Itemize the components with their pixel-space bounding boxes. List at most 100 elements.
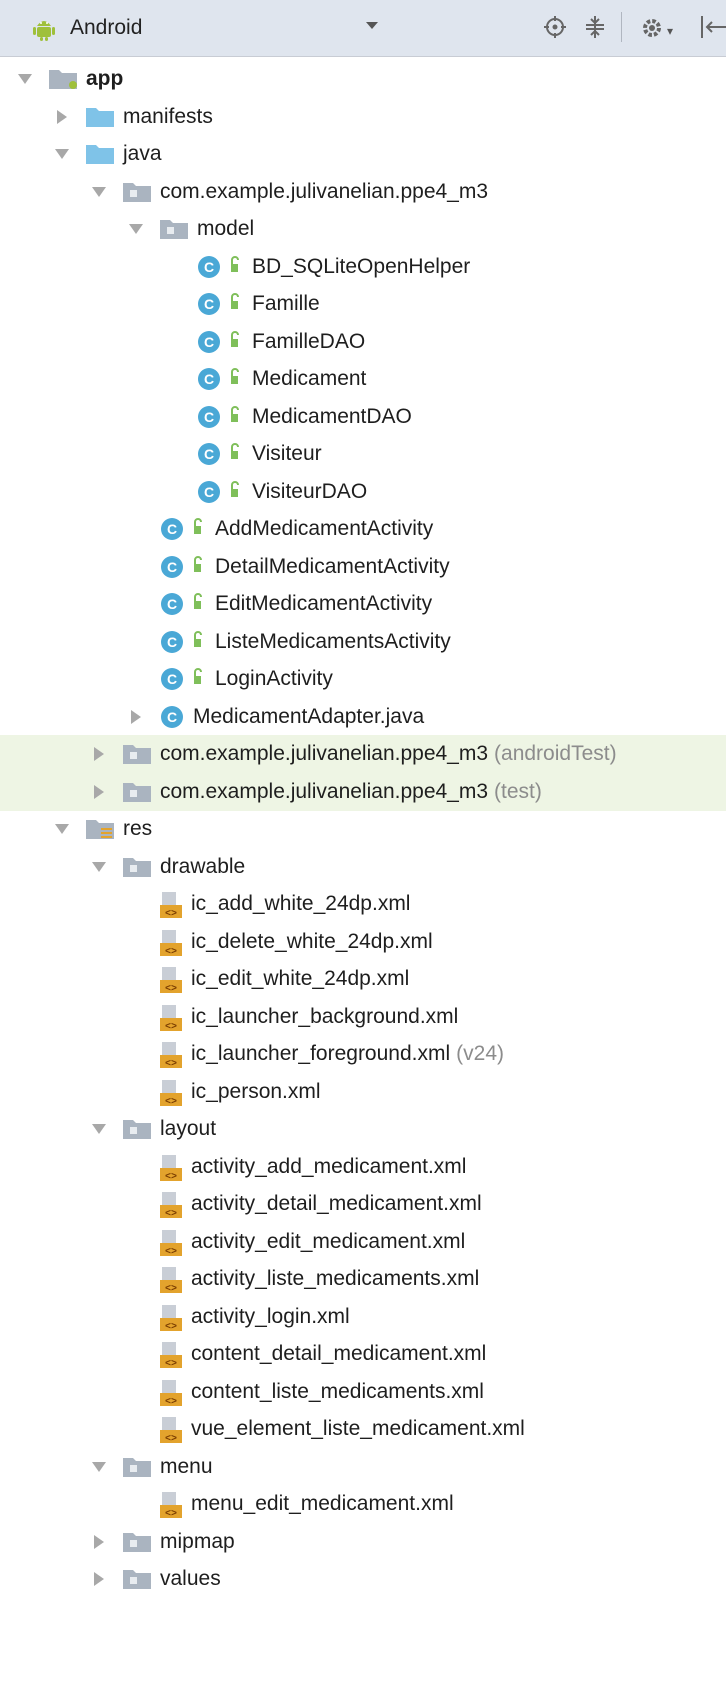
tree-item[interactable]: <> ic_delete_white_24dp.xml [0, 923, 726, 961]
tree-item-suffix: (v24) [456, 1042, 505, 1065]
expand-arrow-icon[interactable] [129, 224, 143, 234]
expand-arrow-icon[interactable] [18, 74, 32, 84]
tree-item[interactable]: app [0, 60, 726, 98]
tree-item-name: com.example.julivanelian.ppe4_m3 [160, 779, 489, 803]
svg-text:<>: <> [165, 1359, 177, 1369]
tree-item[interactable]: <> vue_element_liste_medicament.xml [0, 1410, 726, 1448]
tree-item[interactable]: manifests [0, 98, 726, 136]
expand-arrow-icon[interactable] [92, 861, 106, 872]
tree-item[interactable]: <> activity_login.xml [0, 1298, 726, 1336]
tree-item[interactable]: drawable [0, 848, 726, 886]
tree-item[interactable]: <> content_liste_medicaments.xml [0, 1373, 726, 1411]
expand-arrow-icon[interactable] [92, 1124, 106, 1134]
tree-item[interactable]: C Medicament [0, 360, 726, 398]
svg-text:<>: <> [165, 1509, 177, 1519]
collapse-arrow-icon[interactable] [94, 1534, 104, 1549]
tree-item[interactable]: mipmap [0, 1523, 726, 1561]
dropdown-icon[interactable] [366, 22, 378, 29]
tree-item[interactable]: C MedicamentAdapter.java [0, 698, 726, 736]
tree-item[interactable]: model [0, 210, 726, 248]
tree-item-name: app [86, 67, 124, 90]
tree-item-label: vue_element_liste_medicament.xml [191, 1417, 525, 1441]
svg-text:<>: <> [165, 1022, 177, 1032]
tree-item-name: MedicamentDAO [252, 404, 412, 428]
tree-item[interactable]: C BD_SQLiteOpenHelper [0, 248, 726, 286]
tree-item-label: ic_delete_white_24dp.xml [191, 930, 433, 954]
tree-item[interactable]: <> activity_edit_medicament.xml [0, 1223, 726, 1261]
tree-item[interactable]: C EditMedicamentActivity [0, 585, 726, 623]
collapse-arrow-icon[interactable] [94, 784, 104, 799]
tree-item-label: AddMedicamentActivity [215, 517, 433, 541]
xml-file-icon: <> [159, 1304, 185, 1338]
tree-item[interactable]: <> ic_add_white_24dp.xml [0, 885, 726, 923]
tree-item[interactable]: com.example.julivanelian.ppe4_m3 (android… [0, 735, 726, 773]
package-icon [122, 741, 152, 771]
tree-item-label: menu_edit_medicament.xml [191, 1492, 454, 1516]
tree-item[interactable]: com.example.julivanelian.ppe4_m3 [0, 173, 726, 211]
target-icon[interactable] [544, 16, 566, 44]
collapse-arrow-icon[interactable] [57, 109, 67, 124]
tree-item[interactable]: <> ic_person.xml [0, 1073, 726, 1111]
gear-dropdown-icon[interactable]: ▾ [667, 24, 673, 38]
tree-item[interactable]: values [0, 1560, 726, 1598]
tree-item-label: VisiteurDAO [252, 480, 367, 504]
tree-item-label: ic_edit_white_24dp.xml [191, 967, 409, 991]
expand-arrow-icon[interactable] [92, 1461, 106, 1472]
svg-text:<>: <> [165, 1434, 177, 1444]
expand-arrow-icon[interactable] [55, 824, 69, 834]
class-icon: C [159, 666, 207, 698]
tree-item-name: MedicamentAdapter.java [193, 704, 425, 728]
tree-item-label: com.example.julivanelian.ppe4_m3 (android… [160, 742, 617, 766]
class-icon: C [196, 329, 244, 361]
tree-item-name: com.example.julivanelian.ppe4_m3 [160, 742, 489, 765]
tree-item[interactable]: C Famille [0, 285, 726, 323]
package-icon [122, 179, 152, 209]
gear-icon[interactable] [640, 16, 664, 46]
svg-text:<>: <> [165, 1247, 177, 1257]
tree-item[interactable]: java [0, 135, 726, 173]
xml-file-icon: <> [159, 1004, 185, 1038]
tree-item[interactable]: <> activity_detail_medicament.xml [0, 1185, 726, 1223]
tree-item[interactable]: <> ic_launcher_foreground.xml (v24) [0, 1035, 726, 1073]
class-icon: C [196, 254, 244, 286]
expand-arrow-icon[interactable] [92, 186, 106, 197]
svg-text:C: C [204, 334, 214, 350]
tree-item[interactable]: C ListeMedicamentsActivity [0, 623, 726, 661]
tree-item[interactable]: C LoginActivity [0, 660, 726, 698]
tree-item[interactable]: C Visiteur [0, 435, 726, 473]
tree-item[interactable]: com.example.julivanelian.ppe4_m3 (test) [0, 772, 726, 811]
tree-item[interactable]: <> ic_edit_white_24dp.xml [0, 960, 726, 998]
collapse-all-icon[interactable] [584, 16, 606, 44]
android-icon [30, 14, 58, 48]
tree-item-suffix: (androidTest) [494, 742, 617, 765]
folder-icon [85, 104, 115, 134]
tree-item[interactable]: res [0, 810, 726, 848]
tree-item-name: menu [160, 1454, 213, 1478]
collapse-arrow-icon[interactable] [131, 709, 141, 724]
project-view-selector[interactable]: Android [70, 16, 142, 40]
collapse-arrow-icon[interactable] [94, 1572, 104, 1586]
tree-item[interactable]: <> content_detail_medicament.xml [0, 1335, 726, 1373]
hide-panel-icon[interactable] [699, 14, 726, 46]
expand-arrow-icon[interactable] [55, 149, 69, 159]
tree-item[interactable]: <> activity_add_medicament.xml [0, 1148, 726, 1186]
package-icon [122, 1116, 152, 1146]
tree-item-name: Visiteur [252, 442, 322, 465]
tree-item[interactable]: <> activity_liste_medicaments.xml [0, 1260, 726, 1298]
tree-item[interactable]: <> ic_launcher_background.xml [0, 998, 726, 1036]
xml-file-icon: <> [159, 966, 185, 1000]
tree-item-label: ListeMedicamentsActivity [215, 630, 451, 654]
tree-item[interactable]: C AddMedicamentActivity [0, 510, 726, 548]
tree-item[interactable]: layout [0, 1110, 726, 1148]
tree-item[interactable]: <> menu_edit_medicament.xml [0, 1485, 726, 1523]
class-file-icon: C [159, 704, 185, 736]
tree-item[interactable]: C MedicamentDAO [0, 398, 726, 436]
collapse-arrow-icon[interactable] [94, 747, 104, 761]
tree-item-label: content_detail_medicament.xml [191, 1342, 486, 1366]
tree-item[interactable]: C DetailMedicamentActivity [0, 548, 726, 586]
xml-file-icon: <> [159, 1341, 185, 1375]
tree-item[interactable]: menu [0, 1448, 726, 1486]
tree-item[interactable]: C FamilleDAO [0, 323, 726, 361]
tree-item[interactable]: C VisiteurDAO [0, 473, 726, 511]
class-icon: C [196, 366, 244, 398]
